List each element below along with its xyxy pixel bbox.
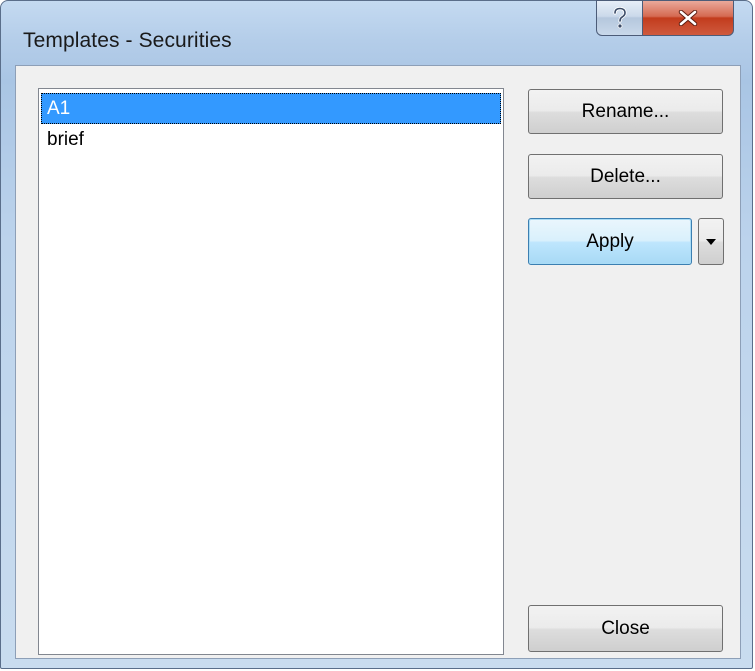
window-title: Templates - Securities (23, 29, 232, 52)
apply-options-button[interactable] (698, 218, 724, 265)
templates-dialog: Templates - Securities A1 brief Rename..… (0, 0, 753, 669)
dialog-client-area: A1 brief Rename... Delete... Apply Close (15, 65, 741, 659)
rename-button[interactable]: Rename... (528, 89, 723, 134)
delete-button[interactable]: Delete... (528, 154, 723, 199)
question-mark-icon (612, 7, 627, 29)
caret-down-icon (706, 238, 716, 245)
list-item[interactable]: A1 (41, 93, 501, 124)
close-x-icon (678, 10, 698, 26)
title-bar[interactable]: Templates - Securities (1, 0, 752, 67)
close-button[interactable]: Close (528, 605, 723, 652)
window-close-button[interactable] (642, 0, 734, 36)
list-item[interactable]: brief (39, 124, 503, 155)
help-button[interactable] (596, 0, 643, 36)
templates-list[interactable]: A1 brief (38, 88, 504, 655)
apply-button[interactable]: Apply (528, 218, 692, 265)
